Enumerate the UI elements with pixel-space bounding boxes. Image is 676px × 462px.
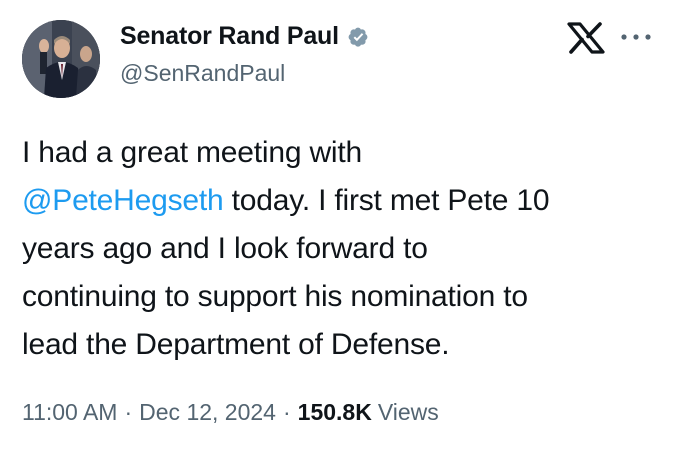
mention-link[interactable]: @PeteHegseth: [22, 184, 224, 217]
tweet-text-segment: today. I first met Pete 10: [223, 184, 550, 217]
tweet-meta: 11:00 AM · Dec 12, 2024 · 150.8K Views: [22, 399, 439, 426]
author-handle[interactable]: @SenRandPaul: [120, 60, 285, 87]
tweet-text-segment: continuing to support his nomination to: [22, 280, 528, 313]
meta-separator: ·: [282, 399, 291, 425]
tweet-text: I had a great meeting with @PeteHegseth …: [22, 129, 662, 369]
verified-badge-icon: [347, 25, 371, 49]
tweet-text-line: @PeteHegseth today. I first met Pete 10: [22, 177, 662, 225]
views-count[interactable]: 150.8K: [298, 399, 372, 426]
tweet-text-line: I had a great meeting with: [22, 129, 662, 177]
tweet-time[interactable]: 11:00 AM: [22, 399, 117, 426]
author-name-row[interactable]: Senator Rand Paul: [120, 22, 371, 51]
tweet-text-line: years ago and I look forward to: [22, 225, 662, 273]
tweet-text-line: continuing to support his nomination to: [22, 273, 662, 321]
views-label[interactable]: Views: [378, 399, 439, 426]
tweet-text-line: lead the Department of Defense.: [22, 321, 662, 369]
tweet-text-segment: I had a great meeting with: [22, 136, 363, 169]
more-options-icon[interactable]: [618, 27, 654, 47]
tweet-text-segment: years ago and I look forward to: [22, 232, 428, 265]
tweet-text-segment: lead the Department of Defense.: [22, 328, 450, 361]
avatar[interactable]: [22, 20, 100, 98]
meta-separator: ·: [124, 399, 133, 425]
author-display-name[interactable]: Senator Rand Paul: [120, 22, 339, 51]
tweet-card: Senator Rand Paul @SenRandPaul I had a g…: [0, 0, 676, 462]
avatar-photo: [22, 20, 100, 98]
x-logo-icon[interactable]: [567, 22, 605, 54]
tweet-date[interactable]: Dec 12, 2024: [139, 399, 276, 426]
